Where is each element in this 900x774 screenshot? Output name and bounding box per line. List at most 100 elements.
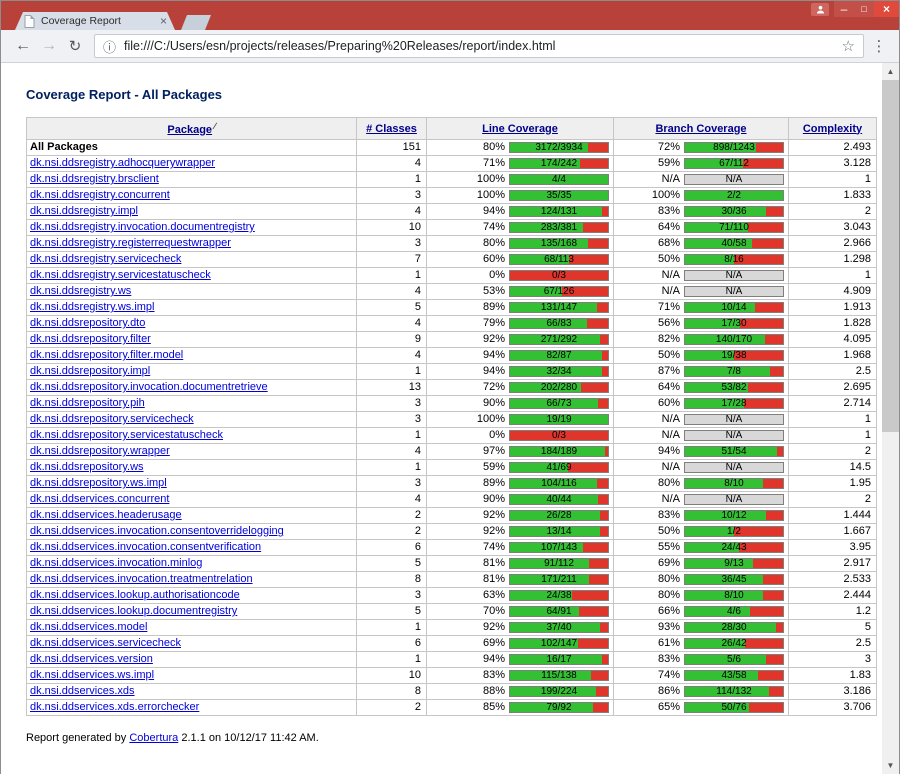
url-bar[interactable]: ⓘ file:///C:/Users/esn/projects/releases… [94, 34, 864, 58]
scrollbar-thumb[interactable] [882, 80, 899, 432]
package-link[interactable]: dk.nsi.ddsrepository.dto [30, 317, 145, 329]
column-header-package[interactable]: Package∕ [27, 118, 357, 140]
package-link[interactable]: dk.nsi.ddsrepository.filter.model [30, 349, 183, 361]
branch-coverage-bar: 2/2 [684, 190, 784, 201]
package-link[interactable]: dk.nsi.ddservices.headerusage [30, 509, 182, 521]
page-info-icon[interactable]: ⓘ [103, 37, 116, 56]
coverage-percent: 0% [429, 429, 509, 442]
package-link[interactable]: dk.nsi.ddservices.lookup.documentregistr… [30, 605, 237, 617]
complexity-cell: 2.444 [789, 588, 877, 604]
classes-cell: 7 [357, 252, 427, 268]
package-link[interactable]: dk.nsi.ddservices.model [30, 621, 147, 633]
coverage-percent: 60% [429, 253, 509, 266]
scroll-up-icon[interactable]: ▲ [882, 63, 899, 80]
browser-tab[interactable]: Coverage Report × [15, 12, 175, 30]
coverage-ratio: 24/43 [685, 543, 783, 553]
branch-coverage-bar: 43/58 [684, 670, 784, 681]
classes-cell: 1 [357, 428, 427, 444]
package-cell: dk.nsi.ddsrepository.dto [27, 316, 357, 332]
package-link[interactable]: dk.nsi.ddservices.invocation.consentveri… [30, 541, 261, 553]
package-link[interactable]: dk.nsi.ddsrepository.invocation.document… [30, 381, 268, 393]
coverage-ratio: 32/34 [510, 367, 608, 377]
package-link[interactable]: dk.nsi.ddsregistry.concurrent [30, 189, 170, 201]
package-link[interactable]: dk.nsi.ddservices.invocation.consentover… [30, 525, 284, 537]
bookmark-star-icon[interactable]: ☆ [842, 37, 855, 55]
coverage-ratio: 202/280 [510, 383, 608, 393]
package-cell: dk.nsi.ddservices.servicecheck [27, 636, 357, 652]
coverage-ratio: 140/170 [685, 335, 783, 345]
package-link[interactable]: dk.nsi.ddsrepository.ws.impl [30, 477, 167, 489]
column-header-line-coverage[interactable]: Line Coverage [427, 118, 614, 140]
package-link[interactable]: dk.nsi.ddsrepository.ws [30, 461, 144, 473]
coverage-percent: 74% [616, 669, 684, 682]
package-link[interactable]: dk.nsi.ddsregistry.adhocquerywrapper [30, 157, 215, 169]
line-coverage-bar: 131/147 [509, 302, 609, 313]
package-link[interactable]: dk.nsi.ddsregistry.ws.impl [30, 301, 155, 313]
package-link[interactable]: dk.nsi.ddservices.xds [30, 685, 135, 697]
line-coverage-cell: 63%24/38 [427, 588, 614, 604]
package-link[interactable]: dk.nsi.ddsregistry.servicestatuscheck [30, 269, 211, 281]
package-link[interactable]: dk.nsi.ddsregistry.registerrequestwrappe… [30, 237, 231, 249]
package-link[interactable]: dk.nsi.ddsregistry.brsclient [30, 173, 159, 185]
coverage-ratio: 9/13 [685, 559, 783, 569]
package-link[interactable]: dk.nsi.ddservices.version [30, 653, 153, 665]
package-link[interactable]: dk.nsi.ddsregistry.invocation.documentre… [30, 221, 255, 233]
complexity-cell: 5 [789, 620, 877, 636]
package-link[interactable]: dk.nsi.ddsrepository.filter [30, 333, 151, 345]
coverage-ratio: 115/138 [510, 671, 608, 681]
line-coverage-bar: 135/168 [509, 238, 609, 249]
package-link[interactable]: dk.nsi.ddsrepository.wrapper [30, 445, 170, 457]
maximize-button[interactable]: □ [854, 1, 874, 17]
line-coverage-bar: 40/44 [509, 494, 609, 505]
package-link[interactable]: dk.nsi.ddservices.invocation.minlog [30, 557, 202, 569]
classes-cell: 2 [357, 508, 427, 524]
package-link[interactable]: dk.nsi.ddservices.xds.errorchecker [30, 701, 199, 713]
minimize-button[interactable]: – [834, 1, 854, 17]
coverage-ratio: 174/242 [510, 159, 608, 169]
line-coverage-bar: 26/28 [509, 510, 609, 521]
back-icon[interactable]: ← [10, 37, 36, 55]
package-link[interactable]: dk.nsi.ddsregistry.servicecheck [30, 253, 181, 265]
forward-icon[interactable]: → [36, 37, 62, 55]
tab-close-icon[interactable]: × [160, 15, 167, 27]
package-link[interactable]: dk.nsi.ddservices.servicecheck [30, 637, 181, 649]
cobertura-link[interactable]: Cobertura [129, 732, 178, 744]
column-header-branch-coverage[interactable]: Branch Coverage [614, 118, 789, 140]
close-button[interactable]: × [874, 1, 899, 17]
coverage-ratio: 898/1243 [685, 143, 783, 153]
package-link[interactable]: dk.nsi.ddservices.lookup.authorisationco… [30, 589, 240, 601]
url-text[interactable]: file:///C:/Users/esn/projects/releases/P… [124, 39, 836, 53]
coverage-percent: 60% [616, 397, 684, 410]
package-link[interactable]: dk.nsi.ddsrepository.servicestatuscheck [30, 429, 223, 441]
refresh-icon[interactable]: ↻ [62, 37, 88, 55]
coverage-percent: 88% [429, 685, 509, 698]
package-link[interactable]: dk.nsi.ddservices.ws.impl [30, 669, 154, 681]
package-link[interactable]: dk.nsi.ddsrepository.servicecheck [30, 413, 194, 425]
line-coverage-cell: 71%174/242 [427, 156, 614, 172]
branch-coverage-bar: 51/54 [684, 446, 784, 457]
table-row: All Packages15180%3172/393472%898/12432.… [27, 140, 877, 156]
package-link[interactable]: dk.nsi.ddsrepository.pih [30, 397, 145, 409]
column-header-complexity[interactable]: Complexity [789, 118, 877, 140]
scroll-down-icon[interactable]: ▼ [882, 757, 899, 774]
new-tab-button[interactable] [181, 15, 211, 30]
package-link[interactable]: dk.nsi.ddsrepository.impl [30, 365, 150, 377]
package-link[interactable]: dk.nsi.ddsregistry.impl [30, 205, 138, 217]
coverage-percent: 86% [616, 685, 684, 698]
coverage-percent: N/A [616, 429, 684, 442]
package-cell: dk.nsi.ddservices.xds.errorchecker [27, 700, 357, 716]
coverage-percent: 64% [616, 381, 684, 394]
profile-icon[interactable] [811, 3, 829, 16]
branch-coverage-bar: 114/132 [684, 686, 784, 697]
column-header-classes[interactable]: # Classes [357, 118, 427, 140]
browser-menu-icon[interactable]: ⋮ [868, 37, 890, 55]
classes-cell: 9 [357, 332, 427, 348]
classes-cell: 1 [357, 364, 427, 380]
complexity-cell: 2.5 [789, 364, 877, 380]
coverage-ratio: N/A [685, 463, 783, 473]
package-link[interactable]: dk.nsi.ddservices.concurrent [30, 493, 169, 505]
package-link[interactable]: dk.nsi.ddservices.invocation.treatmentre… [30, 573, 253, 585]
package-link[interactable]: dk.nsi.ddsregistry.ws [30, 285, 131, 297]
branch-coverage-cell: N/AN/A [614, 460, 789, 476]
vertical-scrollbar[interactable]: ▲ ▼ [882, 63, 899, 774]
